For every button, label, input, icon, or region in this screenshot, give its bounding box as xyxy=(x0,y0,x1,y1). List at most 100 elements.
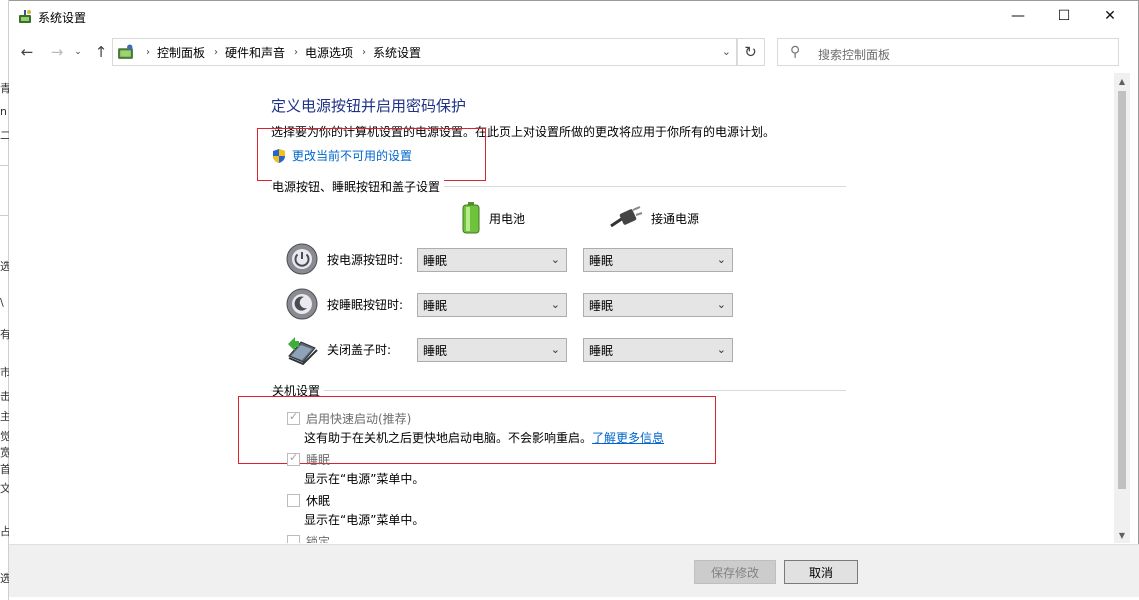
background-glyph: 主 xyxy=(0,410,9,423)
control-panel-icon xyxy=(118,44,133,59)
column-header-plugged-in: 接通电源 xyxy=(609,206,699,230)
main-content: 定义电源按钮并启用密码保护 选择要为你的计算机设置的电源设置。在此页上对设置所做… xyxy=(9,71,1109,543)
lock-menu-label: 锁定 xyxy=(306,535,331,543)
background-glyph: 选 xyxy=(0,260,9,273)
sleep-button-plugged-select[interactable]: 睡眠 ⌄ xyxy=(583,293,733,317)
recent-locations-button[interactable]: ⌄ xyxy=(71,43,85,61)
cancel-button[interactable]: 取消 xyxy=(784,560,858,584)
breadcrumb-separator-icon[interactable]: › xyxy=(362,47,366,58)
maximize-icon: ☐ xyxy=(1057,8,1071,24)
background-glyph: n xyxy=(0,105,7,118)
power-button-icon xyxy=(286,243,318,275)
close-icon: ✕ xyxy=(1104,8,1116,24)
column-header-battery: 用电池 xyxy=(461,202,525,234)
chevron-down-icon: ⌄ xyxy=(716,298,726,311)
forward-arrow-icon: → xyxy=(50,43,64,61)
lid-close-plugged-select[interactable]: 睡眠 ⌄ xyxy=(583,338,733,362)
selected-value: 睡眠 xyxy=(423,343,448,358)
lock-check-icon xyxy=(287,535,300,543)
address-bar[interactable]: › 控制面板 › 硬件和声音 › 电源选项 › 系统设置 ⌄ xyxy=(112,38,738,66)
chevron-down-icon: ⌄ xyxy=(550,298,560,311)
hibernate-menu-label: 休眠 xyxy=(306,494,331,508)
search-icon: ⚲ xyxy=(790,44,801,60)
page-title: 定义电源按钮并启用密码保护 xyxy=(271,97,467,115)
selected-value: 睡眠 xyxy=(589,343,614,358)
group-divider xyxy=(271,390,846,391)
refresh-button[interactable]: ↻ xyxy=(736,38,765,66)
breadcrumb-separator-icon[interactable]: › xyxy=(294,47,298,58)
chevron-down-icon: ⌄ xyxy=(74,47,82,57)
selected-value: 睡眠 xyxy=(589,253,614,268)
footer-bar: 保存修改 取消 xyxy=(9,544,1139,597)
power-button-label: 按电源按钮时: xyxy=(327,252,404,267)
selected-value: 睡眠 xyxy=(589,298,614,313)
battery-column-label: 用电池 xyxy=(489,211,526,226)
back-arrow-icon: ← xyxy=(20,43,34,61)
breadcrumb-item-system-settings[interactable]: 系统设置 xyxy=(373,44,421,61)
scroll-up-icon[interactable]: ▲ xyxy=(1114,73,1130,89)
selected-value: 睡眠 xyxy=(423,253,448,268)
power-options-icon xyxy=(19,10,31,23)
system-settings-window: 系统设置 — ☐ ✕ ← → ⌄ ↑ › 控制面板 › 硬件和声音 › 电源选项… xyxy=(9,0,1139,597)
sleep-check-icon xyxy=(287,451,300,466)
hibernate-menu-description: 显示在“电源”菜单中。 xyxy=(304,513,425,527)
power-button-battery-select[interactable]: 睡眠 ⌄ xyxy=(417,248,567,272)
maximize-button[interactable]: ☐ xyxy=(1041,1,1087,31)
lid-close-label: 关闭盖子时: xyxy=(327,342,392,357)
chevron-down-icon: ⌄ xyxy=(716,343,726,356)
sleep-button-label: 按睡眠按钮时: xyxy=(327,297,404,312)
background-divider xyxy=(0,215,9,216)
background-glyph: 二 xyxy=(0,129,9,142)
background-glyph: 首 xyxy=(0,463,9,476)
highlight-box-change-settings xyxy=(257,128,486,181)
background-glyph: 占 xyxy=(0,525,9,538)
laptop-lid-icon xyxy=(288,337,318,366)
close-button[interactable]: ✕ xyxy=(1087,1,1133,31)
scrollbar-thumb[interactable] xyxy=(1118,91,1126,489)
selected-value: 睡眠 xyxy=(423,298,448,313)
lock-menu-checkbox[interactable]: 锁定 xyxy=(287,533,330,543)
up-button[interactable]: ↑ xyxy=(91,43,111,61)
window-title: 系统设置 xyxy=(38,11,87,25)
power-button-plugged-select[interactable]: 睡眠 ⌄ xyxy=(583,248,733,272)
background-divider xyxy=(0,165,9,166)
breadcrumb: › 控制面板 › 硬件和声音 › 电源选项 › 系统设置 xyxy=(137,39,421,65)
background-glyph: 觉 xyxy=(0,430,9,443)
background-glyph: \ xyxy=(0,296,4,309)
sleep-button-battery-select[interactable]: 睡眠 ⌄ xyxy=(417,293,567,317)
refresh-icon: ↻ xyxy=(744,43,757,61)
breadcrumb-item-power-options[interactable]: 电源选项 xyxy=(305,44,353,61)
search-input[interactable]: ⚲ 搜索控制面板 xyxy=(777,38,1119,66)
search-placeholder: 搜索控制面板 xyxy=(818,48,891,62)
breadcrumb-item-hardware-sound[interactable]: 硬件和声音 xyxy=(225,44,285,61)
chevron-down-icon: ⌄ xyxy=(550,343,560,356)
sleep-button-icon xyxy=(286,288,318,320)
background-glyph: 青 xyxy=(0,82,9,95)
minimize-icon: — xyxy=(1011,8,1025,24)
vertical-scrollbar[interactable]: ▲ ▼ xyxy=(1114,73,1130,543)
background-glyph: 宽 xyxy=(0,446,9,459)
save-changes-button[interactable]: 保存修改 xyxy=(694,560,776,584)
breadcrumb-separator-icon[interactable]: › xyxy=(214,47,218,58)
hibernate-check-icon xyxy=(287,494,300,507)
forward-button[interactable]: → xyxy=(47,43,67,61)
breadcrumb-item-control-panel[interactable]: 控制面板 xyxy=(157,44,205,61)
power-plug-icon xyxy=(610,206,643,228)
scroll-down-icon[interactable]: ▼ xyxy=(1114,527,1130,543)
sleep-menu-label: 睡眠 xyxy=(306,453,331,467)
hibernate-menu-checkbox[interactable]: 休眠 xyxy=(287,492,330,509)
background-glyph: 击 xyxy=(0,390,9,403)
lid-close-row: 关闭盖子时: xyxy=(285,331,417,367)
lid-close-battery-select[interactable]: 睡眠 ⌄ xyxy=(417,338,567,362)
title-bar: 系统设置 — ☐ ✕ xyxy=(9,1,1139,33)
background-glyph: 选 xyxy=(0,572,9,585)
background-glyph: 市 xyxy=(0,366,9,379)
background-glyph: 有 xyxy=(0,328,9,341)
minimize-button[interactable]: — xyxy=(995,1,1041,31)
address-history-chevron-icon[interactable]: ⌄ xyxy=(722,45,731,58)
battery-icon xyxy=(462,202,480,234)
chevron-down-icon: ⌄ xyxy=(716,253,726,266)
sleep-menu-checkbox[interactable]: 睡眠 xyxy=(287,451,330,468)
back-button[interactable]: ← xyxy=(17,43,37,61)
background-window-edge: 青 n 二 选 \ 有 市 击 主 觉 宽 首 文 占 选 xyxy=(0,0,9,600)
